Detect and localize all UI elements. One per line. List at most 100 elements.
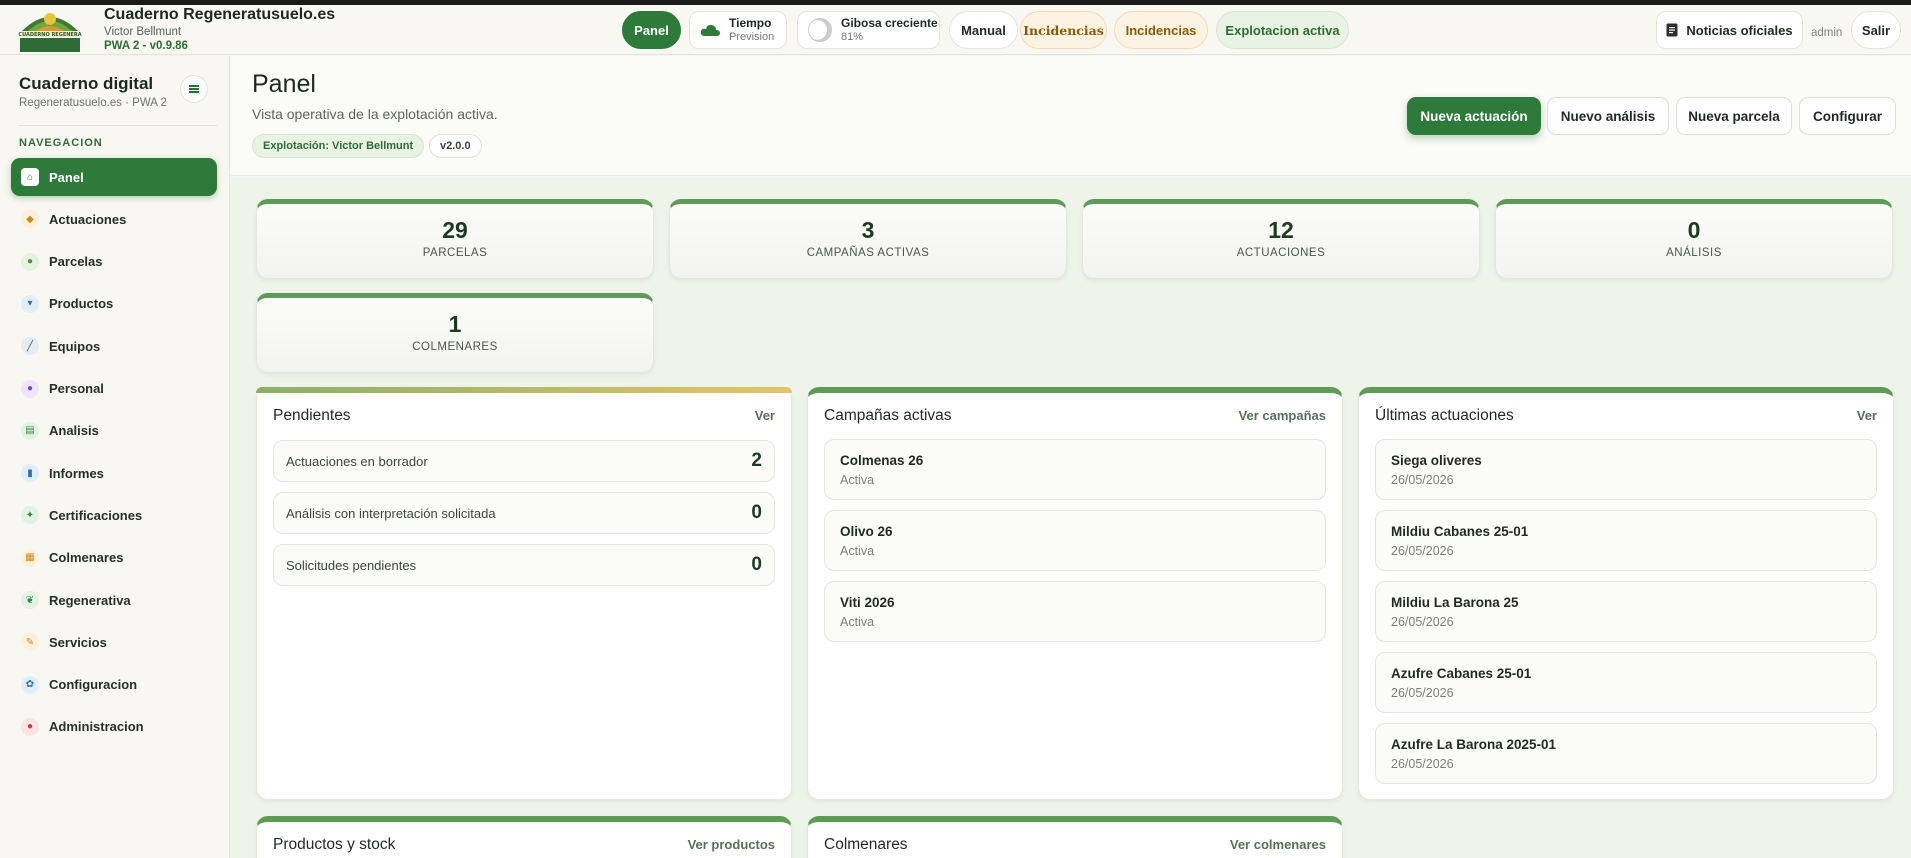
sidebar-divider	[19, 125, 217, 126]
stat-label: COLMENARES	[412, 341, 498, 353]
sidebar-item-label: Colmenares	[49, 550, 124, 566]
actuacion-date: 26/05/2026	[1391, 757, 1454, 771]
pending-label: Actuaciones en borrador	[286, 453, 428, 469]
actuacion-name: Mildiu La Barona 25	[1391, 595, 1519, 610]
colmenares-card: Colmenares Ver colmenares	[807, 816, 1343, 858]
stat-card-campanas[interactable]: 3 CAMPAÑAS ACTIVAS	[669, 199, 1067, 279]
explotacion-activa-button[interactable]: Explotacion activa	[1216, 11, 1349, 49]
sidebar-item-label: Administracion	[49, 719, 144, 735]
weather-sub: Prevision	[729, 30, 775, 43]
sidebar-item-label: Analisis	[49, 423, 99, 439]
moon-percent: 81%	[841, 30, 864, 43]
campanas-card: Campañas activas Ver campañas Colmenas 2…	[807, 387, 1343, 800]
logout-button[interactable]: Salir	[1851, 11, 1901, 49]
sidebar-section-label: NAVEGACION	[19, 137, 103, 149]
award-icon: ✦	[21, 506, 39, 525]
moon-icon	[808, 18, 832, 42]
campaign-name: Viti 2026	[840, 595, 895, 610]
bar-chart-icon: ▮	[21, 464, 39, 483]
grid-icon: ▦	[21, 548, 39, 567]
configurar-button[interactable]: Configurar	[1799, 97, 1896, 135]
sidebar-item-equipos[interactable]: ╱ Equipos	[11, 327, 217, 365]
nuevo-analisis-button[interactable]: Nuevo análisis	[1547, 97, 1669, 135]
actuacion-date: 26/05/2026	[1391, 686, 1454, 700]
sidebar-item-label: Productos	[49, 296, 114, 312]
sidebar-toggle-button[interactable]	[180, 75, 208, 103]
list-item[interactable]: Azufre La Barona 2025-01 26/05/2026	[1375, 723, 1877, 784]
list-item[interactable]: Colmenas 26 Activa	[824, 439, 1326, 500]
list-item[interactable]: Análisis con interpretación solicitada 0	[273, 492, 775, 534]
sidebar-item-label: Informes	[49, 465, 104, 481]
incidencias-button-2[interactable]: Incidencias	[1114, 11, 1208, 49]
sidebar-item-personal[interactable]: ● Personal	[11, 370, 217, 408]
header-panel-button[interactable]: Panel	[622, 11, 681, 49]
explotacion-tag: Explotación: Victor Bellmunt	[252, 134, 425, 158]
sidebar-item-colmenares[interactable]: ▦ Colmenares	[11, 539, 217, 577]
ver-colmenares-link[interactable]: Ver colmenares	[1230, 837, 1326, 852]
cart-icon: ▾	[21, 294, 39, 313]
sidebar-item-label: Servicios	[49, 634, 107, 650]
ver-campanas-link[interactable]: Ver campañas	[1239, 408, 1326, 423]
stat-card-analisis[interactable]: 0 ANÁLISIS	[1495, 199, 1893, 279]
brand-title: Cuaderno Regeneratusuelo.es	[104, 6, 336, 23]
wrench-icon: ✎	[21, 633, 39, 652]
incidencias-button-1[interactable]: Incidencias	[1020, 11, 1107, 49]
sidebar-item-label: Actuaciones	[49, 211, 127, 227]
actuacion-date: 26/05/2026	[1391, 473, 1454, 487]
sidebar-item-servicios[interactable]: ✎ Servicios	[11, 623, 217, 661]
ultimas-ver-link[interactable]: Ver	[1857, 408, 1877, 423]
campaign-name: Olivo 26	[840, 524, 893, 539]
pendientes-ver-link[interactable]: Ver	[755, 408, 775, 423]
sidebar-item-administracion[interactable]: ● Administracion	[11, 708, 217, 746]
list-item[interactable]: Actuaciones en borrador 2	[273, 440, 775, 482]
sidebar-item-certificaciones[interactable]: ✦ Certificaciones	[11, 496, 217, 534]
sidebar-item-informes[interactable]: ▮ Informes	[11, 454, 217, 492]
sidebar-item-productos[interactable]: ▾ Productos	[11, 285, 217, 323]
stat-card-actuaciones[interactable]: 12 ACTUACIONES	[1082, 199, 1480, 279]
sidebar-item-label: Configuracion	[49, 677, 138, 693]
card-title: Últimas actuaciones	[1375, 407, 1514, 424]
pending-label: Solicitudes pendientes	[286, 557, 417, 573]
sidebar-item-actuaciones[interactable]: ◆ Actuaciones	[11, 200, 217, 238]
sidebar-item-label: Personal	[49, 381, 104, 396]
regenera-logo: CUADERNO REGENERA	[18, 13, 82, 52]
pending-count: 0	[751, 554, 762, 575]
sidebar-item-regenerativa[interactable]: ❦ Regenerativa	[11, 581, 217, 619]
nueva-actuacion-button[interactable]: Nueva actuación	[1407, 97, 1541, 135]
stat-value: 29	[442, 217, 468, 243]
gear-icon: ✿	[21, 675, 39, 694]
moon-title: Gibosa creciente	[841, 15, 938, 30]
weather-button[interactable]: Tiempo Prevision	[689, 11, 787, 49]
actuacion-date: 26/05/2026	[1391, 615, 1454, 629]
list-item[interactable]: Azufre Cabanes 25-01 26/05/2026	[1375, 652, 1877, 713]
nueva-parcela-button[interactable]: Nueva parcela	[1676, 97, 1792, 135]
manual-button[interactable]: Manual	[949, 11, 1018, 49]
sidebar: Cuaderno digital Regeneratusuelo.es · PW…	[0, 56, 230, 858]
sidebar-item-label: Regenerativa	[49, 592, 131, 608]
stat-label: ACTUACIONES	[1236, 247, 1326, 259]
sidebar-item-parcelas[interactable]: ● Parcelas	[11, 243, 217, 281]
tag-icon: ◆	[21, 210, 39, 229]
list-item[interactable]: Solicitudes pendientes 0	[273, 544, 775, 586]
ver-productos-link[interactable]: Ver productos	[688, 837, 775, 852]
stat-card-colmenares[interactable]: 1 COLMENARES	[256, 293, 654, 373]
sidebar-item-panel[interactable]: ⌂ Panel	[11, 158, 217, 196]
list-item[interactable]: Mildiu La Barona 25 26/05/2026	[1375, 581, 1877, 642]
list-item[interactable]: Mildiu Cabanes 25-01 26/05/2026	[1375, 510, 1877, 571]
news-button[interactable]: Noticias oficiales	[1656, 11, 1803, 49]
page-subtitle: Vista operativa de la explotación activa…	[252, 106, 498, 122]
list-item[interactable]: Siega oliveres 26/05/2026	[1375, 439, 1877, 500]
sidebar-item-label: Panel	[49, 169, 84, 185]
moon-phase-button[interactable]: Gibosa creciente 81%	[797, 11, 940, 49]
sidebar-item-configuracion[interactable]: ✿ Configuracion	[11, 666, 217, 704]
weather-title: Tiempo	[729, 15, 772, 30]
list-item[interactable]: Olivo 26 Activa	[824, 510, 1326, 571]
sidebar-item-analisis[interactable]: ▤ Analisis	[11, 412, 217, 450]
people-icon: ●	[21, 379, 39, 398]
stat-value: 3	[861, 217, 875, 243]
stat-card-parcelas[interactable]: 29 PARCELAS	[256, 199, 654, 279]
card-title: Pendientes	[273, 407, 351, 424]
brand-user: Victor Bellmunt	[104, 26, 182, 38]
version-tag: v2.0.0	[429, 134, 482, 158]
list-item[interactable]: Viti 2026 Activa	[824, 581, 1326, 642]
